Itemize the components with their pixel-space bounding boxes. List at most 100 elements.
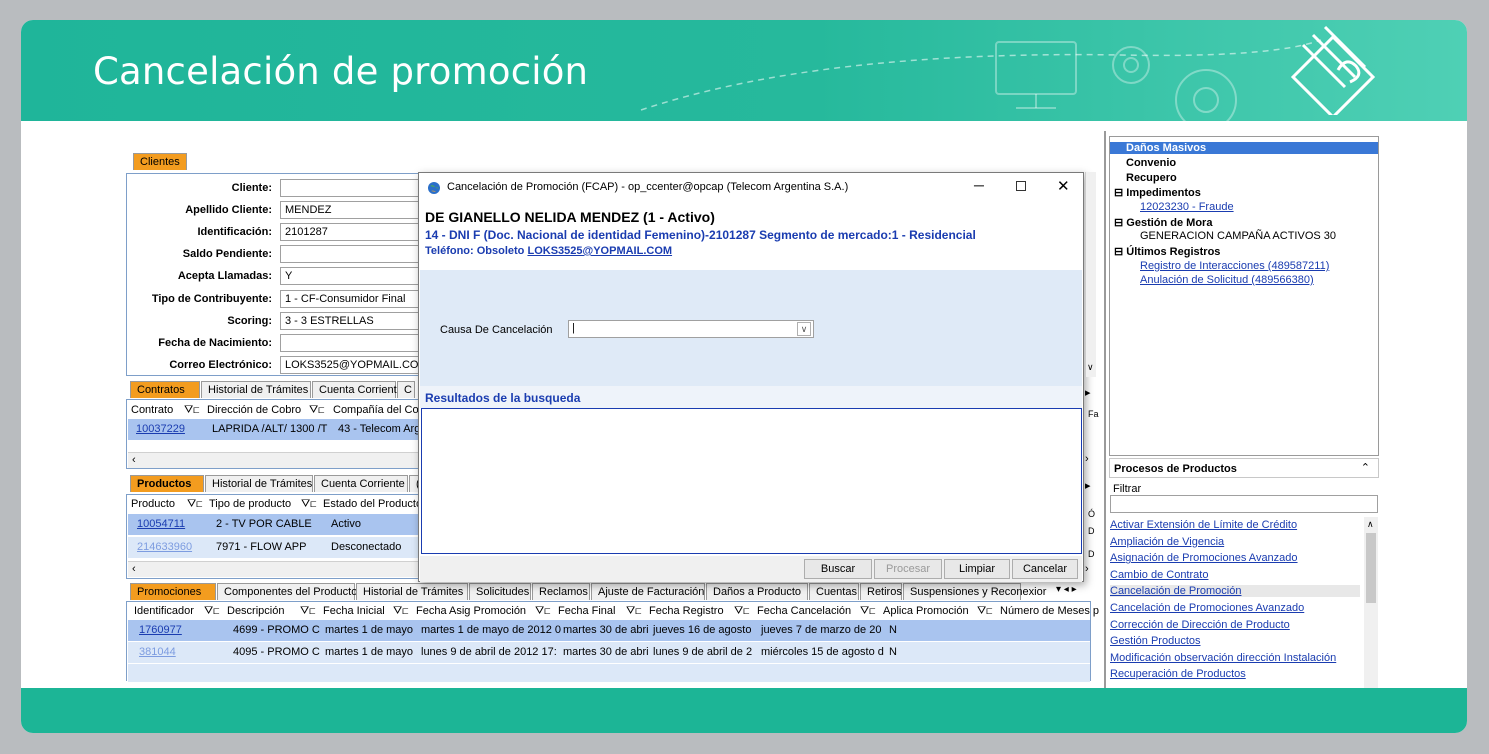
producto-link[interactable]: 214633960 bbox=[137, 541, 192, 553]
proceso-item[interactable]: Asignación de Promociones Avanzado bbox=[1110, 552, 1298, 564]
column-header-tipo[interactable]: Tipo de producto bbox=[209, 498, 291, 510]
tab-historial-de-tr-mites[interactable]: Historial de Trámites bbox=[201, 381, 311, 398]
promo-id-link[interactable]: 1760977 bbox=[139, 624, 182, 636]
chevron-up-icon[interactable]: ∧ bbox=[1367, 519, 1374, 530]
tab-retiros[interactable]: Retiros bbox=[860, 583, 902, 600]
field-value[interactable]: LOKS3525@YOPMAIL.COM bbox=[280, 356, 425, 374]
resultados-list[interactable] bbox=[421, 408, 1082, 554]
scroll-right-icon[interactable]: ▸ bbox=[1085, 386, 1091, 399]
column-header-fecha-registro[interactable]: Fecha Registro bbox=[649, 605, 724, 617]
scroll-left-icon[interactable]: ‹ bbox=[132, 563, 136, 575]
proceso-item[interactable]: Ampliación de Vigencia bbox=[1110, 536, 1224, 548]
procesar-button[interactable]: Procesar bbox=[874, 559, 942, 579]
tab-solicitudes[interactable]: Solicitudes bbox=[469, 583, 531, 600]
close-icon[interactable]: ✕ bbox=[1057, 177, 1070, 195]
column-header-aplica[interactable]: Aplica Promoción bbox=[883, 605, 969, 617]
filter-icon[interactable]: ⛛⊏ bbox=[300, 605, 315, 618]
filter-icon[interactable]: ⛛⊏ bbox=[860, 605, 875, 618]
chevron-down-icon[interactable]: ∨ bbox=[797, 322, 811, 336]
proceso-item[interactable]: Corrección de Dirección de Producto bbox=[1110, 619, 1290, 631]
tab-c[interactable]: C bbox=[397, 381, 415, 398]
causa-select[interactable]: | ∨ bbox=[568, 320, 814, 338]
filter-icon[interactable]: ⛛⊏ bbox=[977, 605, 992, 618]
proceso-item[interactable]: Gestión Productos bbox=[1110, 635, 1201, 647]
proceso-item[interactable]: Cambio de Contrato bbox=[1110, 569, 1208, 581]
field-value[interactable]: 2101287 bbox=[280, 223, 425, 241]
tab-cuentas[interactable]: Cuentas bbox=[809, 583, 859, 600]
cancelar-button[interactable]: Cancelar bbox=[1012, 559, 1078, 579]
column-header-direccion[interactable]: Dirección de Cobro bbox=[207, 404, 301, 416]
filter-icon[interactable]: ⛛⊏ bbox=[393, 605, 408, 618]
proceso-item[interactable]: Recuperación de Productos bbox=[1110, 668, 1246, 680]
proceso-item[interactable]: Modificación observación dirección Insta… bbox=[1110, 652, 1336, 664]
tab-reclamos[interactable]: Reclamos bbox=[532, 583, 590, 600]
tab-scroll-arrows[interactable]: ▾ ◂ ▸ bbox=[1056, 584, 1077, 595]
table-row[interactable]: 10037229 LAPRIDA /ALT/ 1300 /T 43 - Tele… bbox=[128, 419, 425, 440]
filter-icon[interactable]: ⛛⊏ bbox=[187, 498, 202, 511]
proceso-item[interactable]: Activar Extensión de Límite de Crédito bbox=[1110, 519, 1297, 531]
filter-icon[interactable]: ⛛⊏ bbox=[184, 404, 199, 417]
column-header-fecha-inicial[interactable]: Fecha Inicial bbox=[323, 605, 385, 617]
column-header-numero-meses[interactable]: Número de Meses p bbox=[1000, 605, 1099, 617]
tab-historial-de-tr-mites[interactable]: Historial de Trámites bbox=[356, 583, 468, 600]
producto-link[interactable]: 10054711 bbox=[137, 518, 185, 530]
tab-contratos[interactable]: Contratos bbox=[130, 381, 200, 398]
table-row[interactable]: 1760977 4699 - PROMO C martes 1 de mayo … bbox=[128, 620, 1090, 641]
table-row[interactable]: 10054711 2 - TV POR CABLE Activo bbox=[128, 514, 425, 535]
filter-icon[interactable]: ⛛⊏ bbox=[301, 498, 316, 511]
scroll-right-icon[interactable]: › bbox=[1085, 563, 1089, 575]
tab-ajuste-de-facturaci-n[interactable]: Ajuste de Facturación bbox=[591, 583, 705, 600]
column-header-contrato[interactable]: Contrato bbox=[131, 404, 173, 416]
horizontal-scrollbar[interactable]: ‹ bbox=[128, 452, 425, 468]
tab-clientes[interactable]: Clientes bbox=[133, 153, 187, 170]
contrato-link[interactable]: 10037229 bbox=[136, 423, 185, 435]
column-header-compania[interactable]: Compañía del Cont bbox=[333, 404, 428, 416]
field-value[interactable]: 3 - 3 ESTRELLAS bbox=[280, 312, 425, 330]
chevron-down-icon[interactable]: ∨ bbox=[1087, 362, 1094, 373]
field-value[interactable]: 1 - CF-Consumidor Final bbox=[280, 290, 425, 308]
filter-icon[interactable]: ⛛⊏ bbox=[309, 404, 324, 417]
table-row[interactable]: 214633960 7971 - FLOW APP Desconectado bbox=[128, 537, 425, 558]
column-header-estado[interactable]: Estado del Producto bbox=[323, 498, 422, 510]
filter-icon[interactable]: ⛛⊏ bbox=[535, 605, 550, 618]
collapse-icon[interactable]: ⌃ bbox=[1361, 461, 1370, 474]
tab-promociones[interactable]: Promociones bbox=[130, 583, 216, 600]
proceso-item[interactable]: Cancelación de Promoción bbox=[1110, 585, 1360, 598]
field-value[interactable]: Y bbox=[280, 267, 425, 285]
vertical-scrollbar[interactable]: ∧ bbox=[1364, 517, 1378, 688]
proceso-item[interactable]: Cancelación de Promociones Avanzado bbox=[1110, 602, 1304, 614]
filter-icon[interactable]: ⛛⊏ bbox=[204, 605, 219, 618]
tab-historial-de-tr-mites[interactable]: Historial de Trámites bbox=[205, 475, 313, 492]
column-header-fecha-cancelacion[interactable]: Fecha Cancelación bbox=[757, 605, 851, 617]
limpiar-button[interactable]: Limpiar bbox=[944, 559, 1010, 579]
field-value[interactable] bbox=[280, 334, 425, 352]
table-row[interactable]: 381044 4095 - PROMO C martes 1 de mayo l… bbox=[128, 642, 1090, 663]
field-value[interactable] bbox=[280, 245, 425, 263]
tab-da-os-a-producto[interactable]: Daños a Producto bbox=[706, 583, 808, 600]
column-header-fecha-asig[interactable]: Fecha Asig Promoción bbox=[416, 605, 526, 617]
scroll-right-icon[interactable]: › bbox=[1085, 453, 1089, 465]
column-header-fecha-final[interactable]: Fecha Final bbox=[558, 605, 615, 617]
scroll-right-icon[interactable]: ▸ bbox=[1085, 479, 1091, 492]
field-value[interactable] bbox=[280, 179, 425, 197]
column-header-descripcion[interactable]: Descripción bbox=[227, 605, 284, 617]
tab-componentes-del-producto[interactable]: Componentes del Producto bbox=[217, 583, 357, 600]
tab-suspensiones-y-reconexior[interactable]: Suspensiones y Reconexior bbox=[903, 583, 1046, 600]
column-header-identificador[interactable]: Identificador bbox=[134, 605, 194, 617]
maximize-icon[interactable] bbox=[1016, 181, 1026, 191]
tab-cuenta-corriente[interactable]: Cuenta Corriente bbox=[312, 381, 403, 398]
field-value[interactable]: MENDEZ bbox=[280, 201, 425, 219]
tab-cuenta-corriente[interactable]: Cuenta Corriente bbox=[314, 475, 408, 492]
filter-icon[interactable]: ⛛⊏ bbox=[734, 605, 749, 618]
filter-icon[interactable]: ⛛⊏ bbox=[626, 605, 641, 618]
tab-productos[interactable]: Productos bbox=[130, 475, 204, 492]
minimize-icon[interactable]: ─ bbox=[974, 177, 984, 193]
email-link[interactable]: LOKS3525@YOPMAIL.COM bbox=[527, 245, 672, 257]
scrollbar-thumb[interactable] bbox=[1366, 533, 1376, 603]
buscar-button[interactable]: Buscar bbox=[804, 559, 872, 579]
vertical-scrollbar[interactable]: ∨ bbox=[1085, 172, 1096, 377]
promo-id-link[interactable]: 381044 bbox=[139, 646, 176, 658]
column-header-producto[interactable]: Producto bbox=[131, 498, 175, 510]
horizontal-scrollbar[interactable]: ‹ bbox=[128, 561, 425, 577]
scroll-left-icon[interactable]: ‹ bbox=[132, 454, 136, 466]
